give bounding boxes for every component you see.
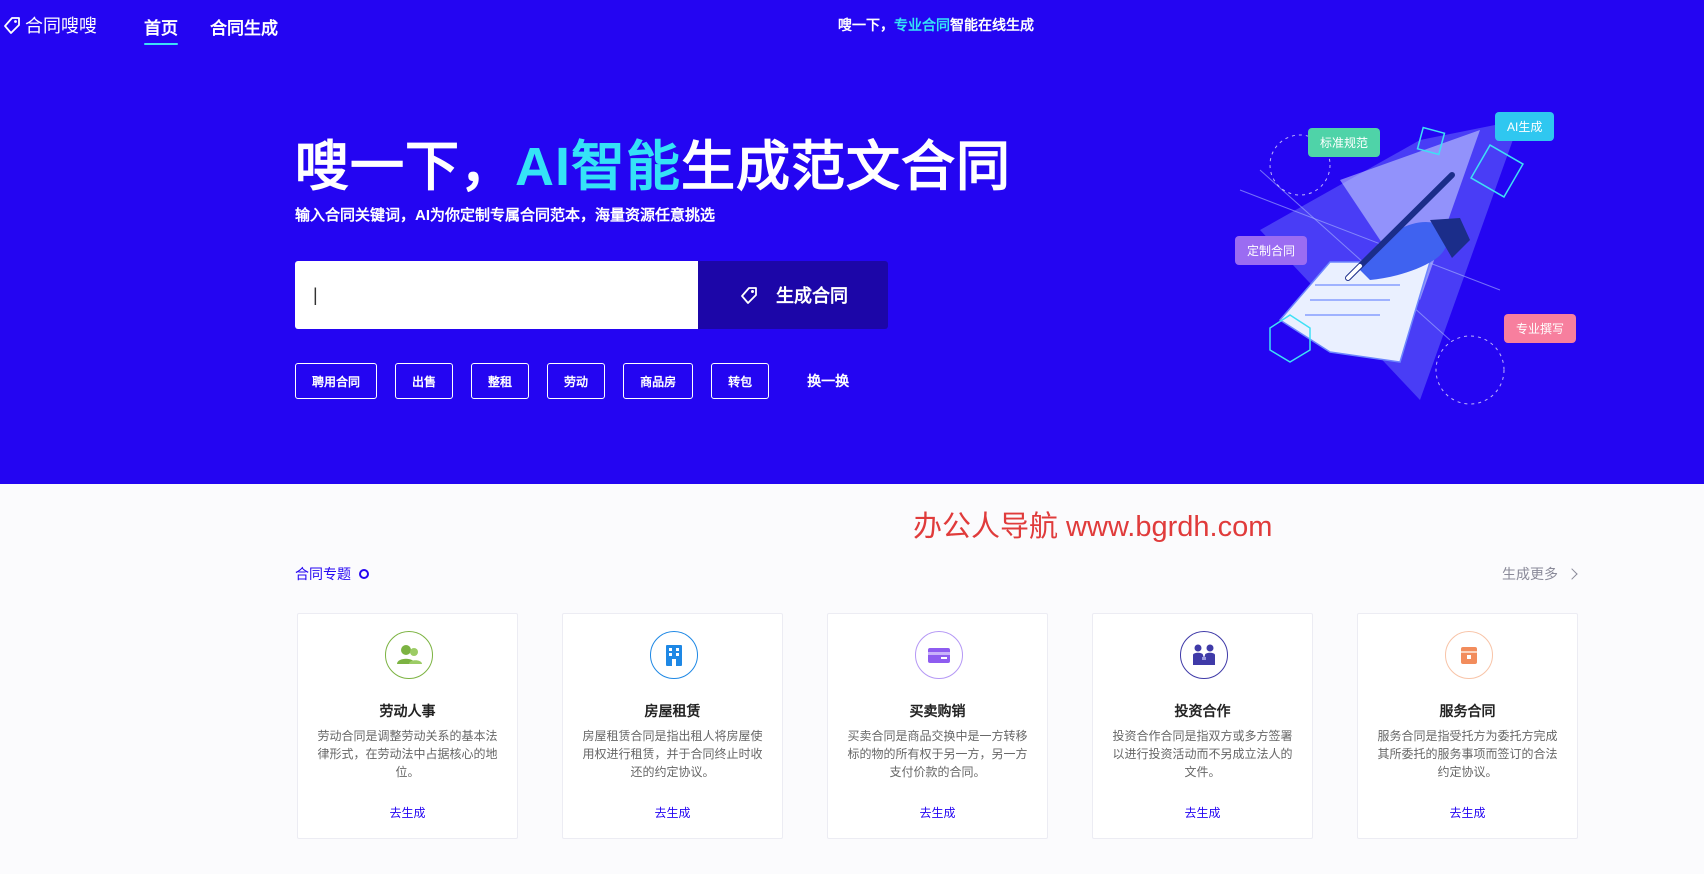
tag-icon [741, 287, 757, 304]
hero-subtitle: 输入合同关键词，AI为你定制专属合同范本，海量资源任意挑选 [295, 207, 716, 224]
slogan-part2: 智能在线生成 [950, 17, 1034, 33]
watermark: 办公人导航 www.bgrdh.com [913, 511, 1273, 543]
title-part2: 生成范文合同 [681, 137, 1011, 197]
card-description: 投资合作合同是指双方或多方签署以进行投资活动而不另成立法人的文件。 [1112, 729, 1293, 779]
section-title: 合同专题 [295, 564, 369, 584]
bubble-ai: AI生成 [1495, 112, 1555, 141]
hot-tags: 聘用合同 出售 整租 劳动 商品房 转包 换一换 [295, 363, 849, 399]
topic-card[interactable]: 投资合作 投资合作合同是指双方或多方签署以进行投资活动而不另成立法人的文件。 去… [1092, 613, 1313, 839]
card-description: 房屋租赁合同是指出租人将房屋使用权进行租赁，并于合同终止时收还的约定协议。 [582, 729, 763, 779]
title-part1: 嗖一下， [295, 137, 515, 197]
generate-link[interactable]: 去生成 [563, 804, 782, 821]
bubble-professional: 专业撰写 [1504, 314, 1577, 343]
generate-link[interactable]: 去生成 [828, 804, 1047, 821]
topic-card[interactable]: 买卖购销 买卖合同是商品交换中是一方转移标的物的所有权于另一方，另一方支付价款的… [827, 613, 1048, 839]
refresh-tags-button[interactable]: 换一换 [807, 371, 849, 391]
card-title: 房屋租赁 [644, 703, 701, 719]
generate-link[interactable]: 去生成 [298, 804, 517, 821]
people-icon [385, 631, 433, 679]
hero-banner: 合同嗖嗖 首页 合同生成 嗖一下，专业合同智能在线生成 嗖一下，AI智能生成范文… [0, 0, 1704, 484]
more-link-label: 生成更多 [1502, 566, 1558, 582]
logo-text: 合同嗖嗖 [25, 16, 97, 36]
topic-card[interactable]: 服务合同 服务合同是指受托方为委托方完成其所委托的服务事项而签订的合法约定协议。… [1357, 613, 1578, 839]
nav-contract-generate[interactable]: 合同生成 [210, 14, 278, 39]
chevron-right-icon [1566, 568, 1578, 580]
section-title-text: 合同专题 [295, 566, 351, 582]
tag-item[interactable]: 聘用合同 [295, 363, 378, 399]
building-icon [650, 631, 698, 679]
more-link[interactable]: 生成更多 [1502, 564, 1578, 584]
search-bar: 生成合同 [295, 261, 888, 329]
site-logo[interactable]: 合同嗖嗖 [2, 12, 97, 38]
topic-card[interactable]: 劳动人事 劳动合同是调整劳动关系的基本法律形式，在劳动法中占据核心的地位。 去生… [297, 613, 518, 839]
slogan-highlight: 专业合同 [894, 17, 950, 33]
slogan-part1: 嗖一下， [838, 17, 894, 33]
topic-cards: 劳动人事 劳动合同是调整劳动关系的基本法律形式，在劳动法中占据核心的地位。 去生… [297, 613, 1578, 839]
generate-link[interactable]: 去生成 [1093, 804, 1312, 821]
nav-home[interactable]: 首页 [144, 14, 178, 45]
topic-card[interactable]: 房屋租赁 房屋租赁合同是指出租人将房屋使用权进行租赁，并于合同终止时收还的约定协… [562, 613, 783, 839]
circle-icon [359, 569, 369, 579]
package-icon [1445, 631, 1493, 679]
card-description: 买卖合同是商品交换中是一方转移标的物的所有权于另一方，另一方支付价款的合同。 [847, 729, 1028, 779]
top-navigation: 合同嗖嗖 首页 合同生成 嗖一下，专业合同智能在线生成 [0, 0, 1704, 50]
card-description: 服务合同是指受托方为委托方完成其所委托的服务事项而签订的合法约定协议。 [1377, 729, 1558, 779]
tag-item[interactable]: 商品房 [623, 363, 694, 399]
card-title: 劳动人事 [379, 703, 436, 719]
generate-button-label: 生成合同 [776, 286, 848, 306]
bubble-custom: 定制合同 [1235, 236, 1308, 265]
tag-item[interactable]: 劳动 [547, 363, 606, 399]
hero-title: 嗖一下，AI智能生成范文合同 [295, 122, 1011, 201]
title-highlight: AI智能 [515, 137, 681, 197]
tag-item[interactable]: 转包 [711, 363, 770, 399]
generate-contract-button[interactable]: 生成合同 [698, 261, 888, 329]
card-title: 买卖购销 [909, 703, 966, 719]
header-slogan: 嗖一下，专业合同智能在线生成 [838, 15, 1034, 35]
bubble-standard: 标准规范 [1308, 128, 1381, 157]
keyword-input[interactable] [295, 261, 698, 329]
logo-icon [4, 17, 20, 34]
tag-item[interactable]: 出售 [395, 363, 454, 399]
hero-illustration: 标准规范 AI生成 定制合同 专业撰写 [1220, 100, 1600, 420]
card-title: 投资合作 [1174, 703, 1231, 719]
card-description: 劳动合同是调整劳动关系的基本法律形式，在劳动法中占据核心的地位。 [317, 729, 498, 779]
generate-link[interactable]: 去生成 [1358, 804, 1577, 821]
card-icon [915, 631, 963, 679]
handshake-icon [1180, 631, 1228, 679]
card-title: 服务合同 [1439, 703, 1496, 719]
tag-item[interactable]: 整租 [471, 363, 530, 399]
